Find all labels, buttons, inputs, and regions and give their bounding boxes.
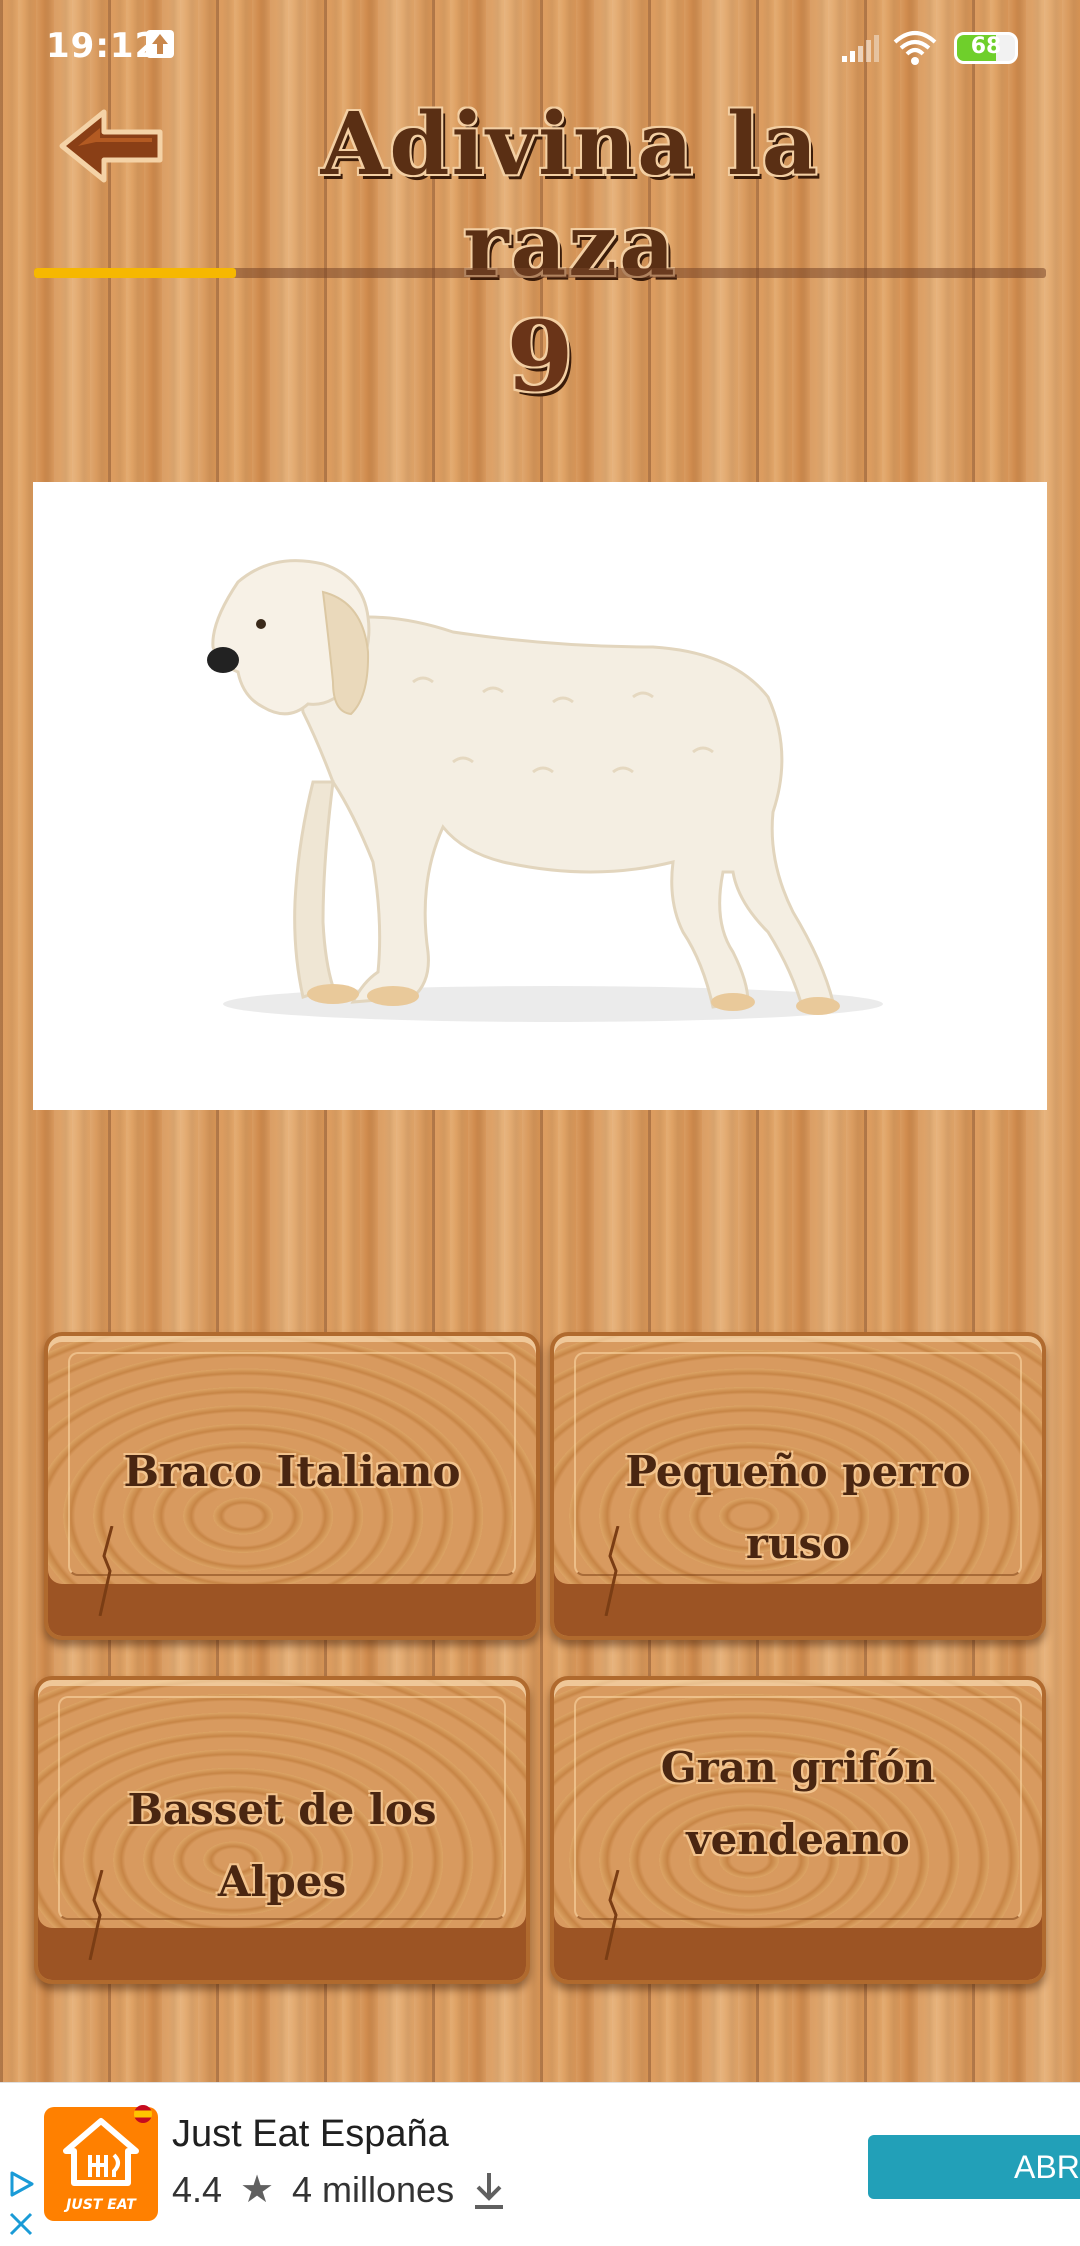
answer-label: Gran grifón vendeano <box>660 1743 936 1864</box>
app-logo[interactable]: JUST EAT <box>44 2107 158 2221</box>
back-button[interactable] <box>56 106 166 186</box>
ad-rating: 4.4 <box>172 2169 223 2210</box>
page-title: Adivina la raza <box>320 94 820 296</box>
crack-decoration <box>604 1526 620 1616</box>
answer-label: Braco Italiano <box>123 1447 461 1496</box>
star-icon: ★ <box>240 2167 275 2211</box>
ad-banner[interactable]: JUST EAT Just Eat España 4.4 ★ 4 millone… <box>0 2082 1080 2246</box>
dog-photo <box>33 482 1047 1110</box>
signal-icon <box>842 35 879 62</box>
progress-bar <box>34 268 1046 278</box>
status-bar: 19:12 68 <box>0 0 1080 96</box>
answer-label: Pequeño perro ruso <box>625 1447 971 1568</box>
wifi-icon <box>893 31 937 65</box>
ad-choices-icon[interactable] <box>6 2169 36 2199</box>
crack-decoration <box>604 1870 620 1960</box>
status-time: 19:12 <box>46 26 160 66</box>
arrow-left-icon <box>59 109 163 183</box>
dog-illustration <box>207 559 883 1022</box>
ad-title[interactable]: Just Eat España <box>172 2113 449 2156</box>
app-logo-text: JUST EAT <box>66 2197 136 2213</box>
close-icon[interactable] <box>6 2209 36 2239</box>
answer-label: Basset de los Alpes <box>127 1785 437 1906</box>
crack-decoration <box>88 1870 104 1960</box>
answer-button-3[interactable]: Basset de los Alpes <box>34 1676 530 1984</box>
battery-icon: 68 <box>954 32 1018 64</box>
crack-decoration <box>98 1526 114 1616</box>
spain-flag-icon <box>134 2105 152 2123</box>
question-number: 9 <box>506 300 574 413</box>
battery-level: 68 <box>970 34 1002 59</box>
answer-button-2[interactable]: Pequeño perro ruso <box>550 1332 1046 1640</box>
ad-installs: 4 millones <box>292 2169 455 2210</box>
app-screen: 19:12 68 Adivina la raza 9 Braco Italian… <box>0 0 1080 2246</box>
download-icon <box>475 2173 503 2209</box>
upload-icon <box>146 30 174 58</box>
ad-open-button[interactable]: ABR <box>868 2135 1080 2199</box>
progress-fill <box>34 268 237 278</box>
answer-button-4[interactable]: Gran grifón vendeano <box>550 1676 1046 1984</box>
answer-button-1[interactable]: Braco Italiano <box>44 1332 540 1640</box>
